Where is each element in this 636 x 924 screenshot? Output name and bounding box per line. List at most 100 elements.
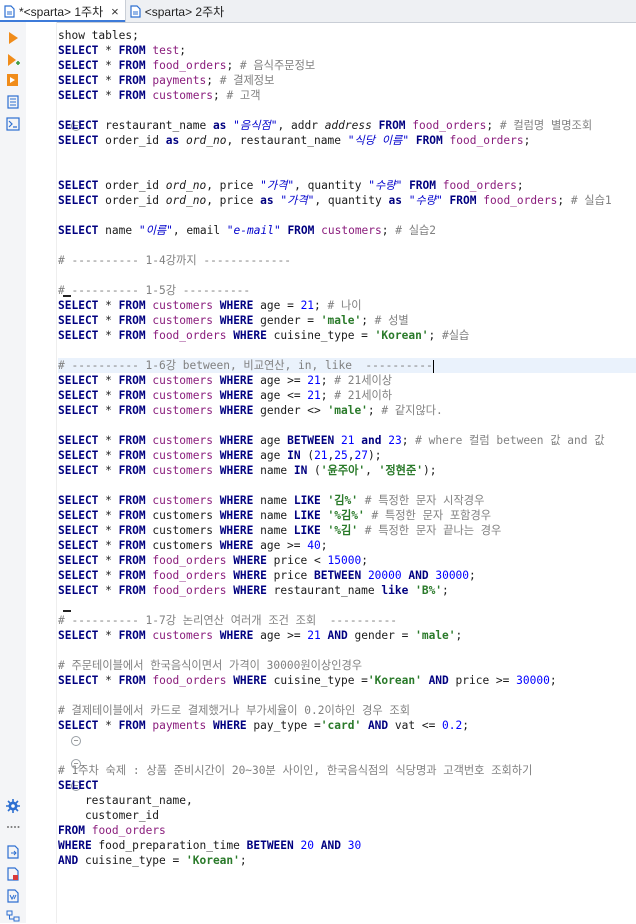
code-line[interactable] xyxy=(58,748,636,763)
code-line[interactable]: SELECT * FROM food_orders WHERE price BE… xyxy=(58,568,636,583)
code-token: customers xyxy=(152,314,213,327)
code-token: SELECT xyxy=(58,539,99,552)
code-line[interactable]: # 1주차 숙제 : 상품 준비시간이 20~30분 사이인, 한국음식점의 식… xyxy=(58,763,636,778)
code-line[interactable]: SELECT * FROM customers WHERE age IN (21… xyxy=(58,448,636,463)
code-line[interactable] xyxy=(58,688,636,703)
code-line[interactable]: SELECT * FROM customers WHERE name LIKE … xyxy=(58,493,636,508)
code-line[interactable] xyxy=(58,268,636,283)
code-token: # where 컬럼 between 값 and 값 xyxy=(415,434,605,447)
code-line[interactable]: SELECT * FROM customers WHERE age >= 40; xyxy=(58,538,636,553)
code-line[interactable]: SELECT * FROM payments WHERE pay_type ='… xyxy=(58,718,636,733)
code-token: # 컬럼명 별명조회 xyxy=(499,119,593,132)
code-token: SELECT xyxy=(58,194,99,207)
code-line[interactable]: FROM food_orders xyxy=(58,823,636,838)
code-line[interactable] xyxy=(58,343,636,358)
code-line[interactable] xyxy=(58,478,636,493)
code-token: customers xyxy=(152,404,213,417)
code-line[interactable] xyxy=(58,418,636,433)
code-line[interactable] xyxy=(58,163,636,178)
code-line[interactable]: SELECT * FROM customers WHERE gender = '… xyxy=(58,313,636,328)
code-line[interactable]: SELECT * FROM customers; # 고객 xyxy=(58,88,636,103)
code-line[interactable]: restaurant_name, xyxy=(58,793,636,808)
code-token: FROM xyxy=(415,134,443,147)
code-line[interactable]: # ---------- 1-6강 between, 비교연산, in, lik… xyxy=(58,358,636,373)
save-file-icon[interactable] xyxy=(5,866,21,882)
code-line[interactable]: SELECT * FROM food_orders WHERE price < … xyxy=(58,553,636,568)
execute-script-icon[interactable] xyxy=(5,72,21,88)
code-token: BETWEEN xyxy=(314,569,362,582)
code-line[interactable]: SELECT * FROM customers WHERE name LIKE … xyxy=(58,508,636,523)
more-icon[interactable] xyxy=(5,819,21,835)
code-line[interactable]: AND cuisine_type = 'Korean'; xyxy=(58,853,636,868)
code-line[interactable]: SELECT * FROM customers WHERE age >= 21;… xyxy=(58,373,636,388)
gear-icon[interactable] xyxy=(5,798,21,814)
code-line[interactable]: SELECT * FROM test; xyxy=(58,43,636,58)
code-token: * xyxy=(98,59,119,72)
code-token: 20 xyxy=(300,839,314,852)
code-token: order_id xyxy=(98,134,166,147)
code-token: 21 xyxy=(300,299,315,312)
code-line[interactable]: WHERE food_preparation_time BETWEEN 20 A… xyxy=(58,838,636,853)
code-token: cuisine_type = xyxy=(266,329,375,342)
code-token: ( xyxy=(307,464,321,477)
code-line[interactable]: SELECT name "이름", email "e-mail" FROM cu… xyxy=(58,223,636,238)
code-token: "식당 이름" xyxy=(347,134,410,147)
code-token: WHERE xyxy=(219,299,254,312)
code-line[interactable] xyxy=(58,238,636,253)
code-line[interactable]: SELECT xyxy=(58,778,636,793)
code-token: 30000 xyxy=(516,674,550,687)
code-token: food_orders xyxy=(152,59,227,72)
code-line[interactable]: customer_id xyxy=(58,808,636,823)
code-line[interactable]: SELECT * FROM food_orders WHERE cuisine_… xyxy=(58,328,636,343)
variables-icon[interactable] xyxy=(5,888,21,904)
code-line[interactable] xyxy=(58,643,636,658)
code-line[interactable] xyxy=(58,208,636,223)
code-line[interactable]: # 주문테이블에서 한국음식이면서 가격이 30000원이상인경우 xyxy=(58,658,636,673)
code-line[interactable]: # ---------- 1-7강 논리연산 여러개 조건 조회 -------… xyxy=(58,613,636,628)
code-line[interactable]: # 결제테이블에서 카드로 결제했거나 부가세율이 0.2이하인 경우 조회 xyxy=(58,703,636,718)
code-line[interactable]: SELECT * FROM customers WHERE age >= 21 … xyxy=(58,628,636,643)
code-token: FROM xyxy=(118,59,146,72)
script-list-icon[interactable] xyxy=(5,94,21,110)
code-line[interactable]: # ---------- 1-4강까지 ------------- xyxy=(58,253,636,268)
outline-icon[interactable] xyxy=(5,908,21,924)
code-line[interactable]: SELECT order_id as ord_no, restaurant_na… xyxy=(58,133,636,148)
execute-statement-icon[interactable] xyxy=(5,30,21,46)
code-line[interactable]: SELECT order_id ord_no, price "가격", quan… xyxy=(58,178,636,193)
code-line[interactable]: SELECT restaurant_name as "음식점", addr ad… xyxy=(58,118,636,133)
code-line[interactable]: SELECT * FROM food_orders WHERE restaura… xyxy=(58,583,636,598)
code-line[interactable] xyxy=(58,103,636,118)
code-line[interactable]: SELECT * FROM food_orders; # 음식주문정보 xyxy=(58,58,636,73)
code-token: ; xyxy=(401,434,416,447)
code-token: age >= xyxy=(253,374,308,387)
code-line[interactable]: SELECT order_id ord_no, price as "가격", q… xyxy=(58,193,636,208)
code-line[interactable]: SELECT * FROM customers WHERE age BETWEE… xyxy=(58,433,636,448)
export-icon[interactable] xyxy=(5,844,21,860)
tab-sparta-week2[interactable]: <sparta> 2주차 xyxy=(126,0,230,22)
terminal-icon[interactable] xyxy=(5,116,21,132)
tab-sparta-week1[interactable]: *<sparta> 1주차 × xyxy=(0,0,126,22)
execute-in-new-tab-icon[interactable] xyxy=(5,52,21,68)
code-line[interactable]: show tables; xyxy=(58,28,636,43)
code-line[interactable]: SELECT * FROM customers WHERE age = 21; … xyxy=(58,298,636,313)
code-line[interactable]: # ---------- 1-5강 ---------- xyxy=(58,283,636,298)
code-line[interactable]: SELECT * FROM customers WHERE gender <> … xyxy=(58,403,636,418)
code-line[interactable]: SELECT * FROM customers WHERE age <= 21;… xyxy=(58,388,636,403)
code-token: ; xyxy=(320,539,328,552)
code-line[interactable]: SELECT * FROM food_orders WHERE cuisine_… xyxy=(58,673,636,688)
code-token: SELECT xyxy=(58,74,99,87)
code-line[interactable] xyxy=(58,598,636,613)
code-line[interactable]: SELECT * FROM payments; # 결제정보 xyxy=(58,73,636,88)
close-icon[interactable]: × xyxy=(111,4,119,19)
code-line[interactable]: SELECT * FROM customers WHERE name LIKE … xyxy=(58,523,636,538)
code-token: "수량" xyxy=(408,194,443,207)
code-token: 27 xyxy=(354,449,369,462)
sql-editor[interactable]: show tables; SELECT * FROM test; SELECT * … xyxy=(58,28,636,923)
code-line[interactable]: SELECT * FROM customers WHERE name IN ('… xyxy=(58,463,636,478)
code-line[interactable] xyxy=(58,733,636,748)
code-token: 40 xyxy=(307,539,321,552)
code-line[interactable] xyxy=(58,148,636,163)
code-token: ; xyxy=(367,404,382,417)
